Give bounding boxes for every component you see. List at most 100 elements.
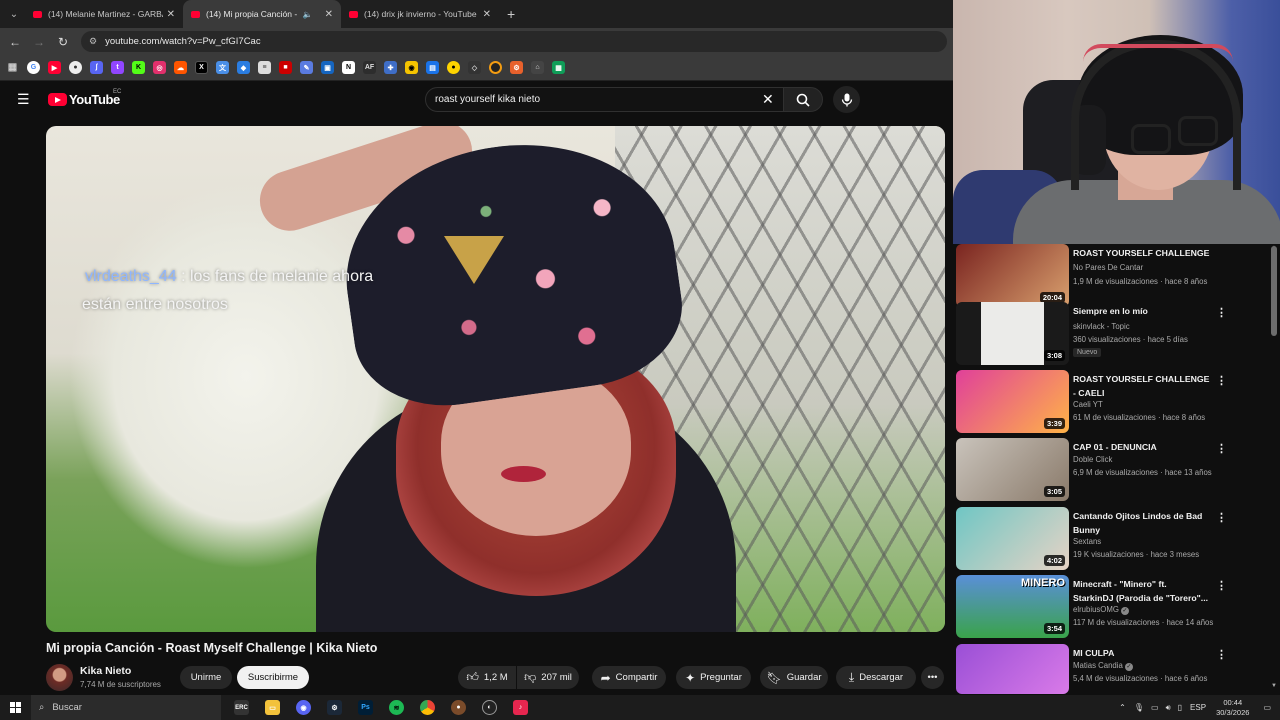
bookmark-icon[interactable]: ✎ bbox=[300, 61, 313, 74]
recommended-channel[interactable]: Doble Click bbox=[1073, 455, 1112, 464]
browser-tab[interactable]: (14) Melanie Martinez - GARBA ✕ bbox=[25, 0, 183, 28]
like-button[interactable]: 👍︎ 1,2 M bbox=[458, 666, 516, 689]
dislike-button[interactable]: 👎︎ 207 mil bbox=[517, 666, 579, 689]
video-thumbnail[interactable]: 4:02 bbox=[956, 507, 1069, 570]
video-player[interactable] bbox=[46, 126, 945, 632]
tab-close-icon[interactable]: ✕ bbox=[167, 9, 175, 20]
taskbar-app[interactable]: ▭ bbox=[257, 695, 288, 720]
bookmark-icon[interactable]: ◉ bbox=[405, 61, 418, 74]
recommended-channel[interactable]: No Pares De Cantar bbox=[1073, 263, 1143, 272]
channel-avatar[interactable] bbox=[46, 664, 73, 691]
bookmark-icon[interactable]: ▣ bbox=[321, 61, 334, 74]
bookmark-icon[interactable]: ● bbox=[69, 61, 82, 74]
browser-tab[interactable]: (14) drix jk invierno - YouTube ✕ bbox=[341, 0, 499, 28]
join-button[interactable]: Unirme bbox=[180, 666, 232, 689]
taskbar-app[interactable]: ≋ bbox=[381, 695, 412, 720]
url-input[interactable]: ⚙ youtube.com/watch?v=Pw_cfGI7Cac bbox=[81, 31, 947, 52]
save-button[interactable]: 🔖︎ Guardar bbox=[760, 666, 828, 689]
more-vert-icon[interactable]: ⋮ bbox=[1216, 579, 1227, 592]
x-bookmark-icon[interactable]: X bbox=[195, 61, 208, 74]
notifications-icon[interactable]: ▭ bbox=[1263, 703, 1271, 712]
more-vert-icon[interactable]: ⋮ bbox=[1216, 442, 1227, 455]
youtube-logo[interactable]: YouTube EC bbox=[48, 89, 121, 107]
bookmark-icon[interactable]: ■ bbox=[279, 61, 292, 74]
recommended-video-title[interactable]: Siempre en lo mío bbox=[1073, 305, 1213, 319]
twitch-bookmark-icon[interactable]: t bbox=[111, 61, 124, 74]
bookmark-icon[interactable] bbox=[489, 61, 502, 74]
tab-close-icon[interactable]: ✕ bbox=[483, 9, 491, 20]
recommended-video-title[interactable]: Minecraft - "Minero" ft. StarkinDJ (Parod… bbox=[1073, 578, 1213, 605]
taskbar-app[interactable]: Ps bbox=[350, 695, 381, 720]
sidebar-scrollbar[interactable] bbox=[1271, 246, 1277, 336]
notion-bookmark-icon[interactable]: N bbox=[342, 61, 355, 74]
more-vert-icon[interactable]: ⋮ bbox=[1216, 648, 1227, 661]
kick-bookmark-icon[interactable]: K bbox=[132, 61, 145, 74]
recommended-video-title[interactable]: ROAST YOURSELF CHALLENGE - CAELI bbox=[1073, 373, 1213, 400]
bookmark-icon[interactable]: ʃ bbox=[90, 61, 103, 74]
recommended-video-title[interactable]: MI CULPA bbox=[1073, 647, 1213, 661]
tab-search-button[interactable]: ⌄ bbox=[3, 3, 25, 25]
taskbar-app[interactable]: ● bbox=[443, 695, 474, 720]
back-arrow-icon[interactable]: ← bbox=[3, 35, 27, 49]
video-thumbnail[interactable]: 3:08 bbox=[956, 302, 1069, 365]
youtube-bookmark-icon[interactable]: ▶ bbox=[48, 61, 61, 74]
speaker-mute-icon[interactable]: 🔈 bbox=[303, 10, 313, 19]
recommended-channel[interactable]: Sextans bbox=[1073, 537, 1101, 546]
site-info-icon[interactable]: ⚙ bbox=[89, 36, 97, 47]
video-thumbnail[interactable]: 20:04 bbox=[956, 244, 1069, 307]
scroll-down-arrow-icon[interactable]: ▼ bbox=[1271, 683, 1277, 689]
language-indicator[interactable]: ESP bbox=[1190, 703, 1206, 712]
search-button[interactable] bbox=[783, 87, 823, 112]
more-vert-icon[interactable]: ⋮ bbox=[1216, 374, 1227, 387]
battery-icon[interactable]: ▯ bbox=[1178, 703, 1182, 712]
bookmark-icon[interactable]: AF bbox=[363, 61, 376, 74]
recommended-channel[interactable]: elrubiusOMG ✓ bbox=[1073, 605, 1129, 615]
sheets-bookmark-icon[interactable]: ▦ bbox=[552, 61, 565, 74]
start-button[interactable] bbox=[0, 695, 31, 720]
taskbar-app[interactable]: ⚙ bbox=[319, 695, 350, 720]
share-button[interactable]: ➦ Compartir bbox=[592, 666, 666, 689]
apps-grid-icon[interactable]: ▦ bbox=[6, 61, 19, 74]
bookmark-icon[interactable]: ✚ bbox=[384, 61, 397, 74]
google-bookmark-icon[interactable]: G bbox=[27, 61, 40, 74]
tab-close-icon[interactable]: ✕ bbox=[325, 9, 333, 20]
taskbar-app[interactable]: ◉ bbox=[288, 695, 319, 720]
bookmark-icon[interactable]: ⚙ bbox=[510, 61, 523, 74]
reload-icon[interactable]: ↻ bbox=[51, 35, 75, 49]
video-thumbnail[interactable]: 3:39 bbox=[956, 370, 1069, 433]
recommended-video-title[interactable]: ROAST YOURSELF CHALLENGE bbox=[1073, 247, 1213, 261]
recommended-video-title[interactable]: Cantando Ojitos Lindos de Bad Bunny bbox=[1073, 510, 1213, 537]
forward-arrow-icon[interactable]: → bbox=[27, 35, 51, 49]
bookmark-icon[interactable]: ◆ bbox=[237, 61, 250, 74]
bookmark-icon[interactable]: ≡ bbox=[258, 61, 271, 74]
clear-search-icon[interactable]: ✕ bbox=[762, 91, 774, 108]
bookmark-icon[interactable]: ▤ bbox=[426, 61, 439, 74]
recommended-video-title[interactable]: CAP 01 - DENUNCIA bbox=[1073, 441, 1213, 455]
taskbar-app[interactable] bbox=[412, 695, 443, 720]
bookmark-icon[interactable]: ● bbox=[447, 61, 460, 74]
recommended-channel[interactable]: Matias Candia ✓ bbox=[1073, 661, 1133, 671]
network-icon[interactable]: ▭ bbox=[1151, 703, 1159, 712]
recommended-channel[interactable]: skinvlack - Topic bbox=[1073, 322, 1130, 331]
video-thumbnail[interactable]: MINERO 3:54 bbox=[956, 575, 1069, 638]
bookmark-icon[interactable]: ⌂ bbox=[531, 61, 544, 74]
search-input[interactable]: roast yourself kika nieto bbox=[425, 87, 785, 112]
more-vert-icon[interactable]: ⋮ bbox=[1216, 306, 1227, 319]
instagram-bookmark-icon[interactable]: ◎ bbox=[153, 61, 166, 74]
ask-button[interactable]: ✦ Preguntar bbox=[676, 666, 751, 689]
download-button[interactable]: ⤓ Descargar bbox=[836, 666, 916, 689]
new-tab-icon[interactable]: + bbox=[507, 6, 515, 22]
microphone-icon[interactable]: 🎙︎ bbox=[1134, 703, 1144, 712]
taskbar-clock[interactable]: 00:44 30/3/2026 bbox=[1216, 698, 1249, 718]
more-actions-button[interactable]: ••• bbox=[921, 666, 944, 689]
recommended-channel[interactable]: Caeli YT bbox=[1073, 400, 1103, 409]
taskbar-app[interactable]: ♪ bbox=[505, 695, 536, 720]
more-vert-icon[interactable]: ⋮ bbox=[1216, 511, 1227, 524]
taskbar-app[interactable]: ◐ bbox=[474, 695, 505, 720]
hamburger-menu-icon[interactable]: ☰ bbox=[17, 92, 31, 106]
channel-name[interactable]: Kika Nieto bbox=[80, 665, 131, 677]
video-thumbnail[interactable] bbox=[956, 644, 1069, 694]
translate-bookmark-icon[interactable]: 文 bbox=[216, 61, 229, 74]
bookmark-icon[interactable]: ◇ bbox=[468, 61, 481, 74]
taskbar-search-input[interactable]: ⌕ Buscar bbox=[31, 695, 221, 720]
